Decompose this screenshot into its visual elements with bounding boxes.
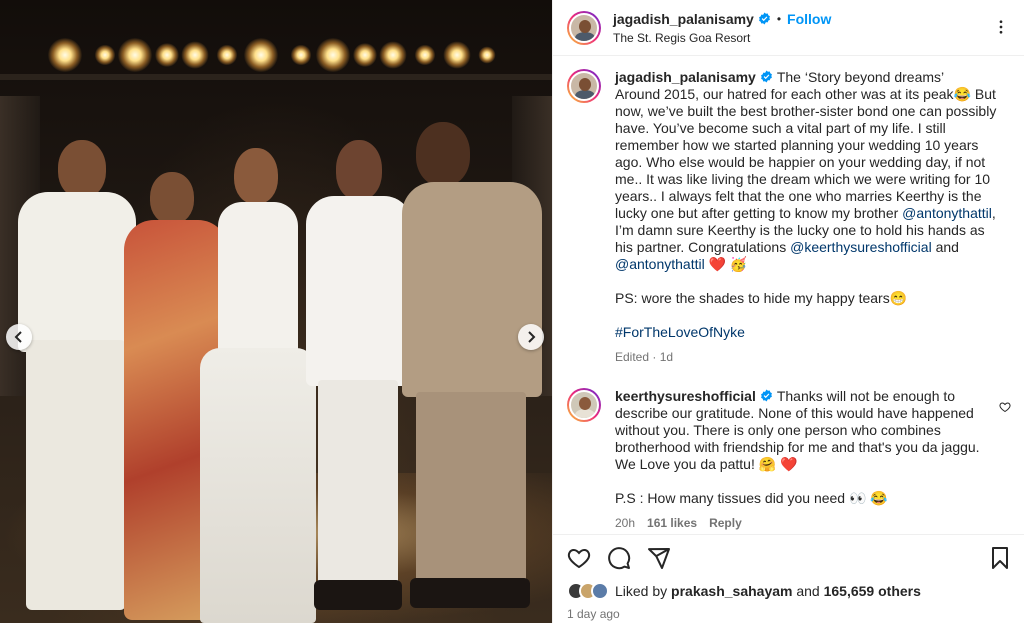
caption-and: and xyxy=(935,239,959,255)
comment-button[interactable] xyxy=(607,546,631,570)
like-button[interactable] xyxy=(567,546,591,570)
post-panel: jagadish_palanisamy • Follow The St. Reg… xyxy=(552,0,1024,623)
like-comment-button[interactable] xyxy=(999,400,1011,418)
person-3 xyxy=(196,148,316,623)
chevron-left-icon xyxy=(14,331,22,343)
separator-dot: • xyxy=(776,11,782,26)
likes-and: and xyxy=(796,583,820,599)
caption-ps: PS: wore the shades to hide my happy tea… xyxy=(615,290,908,306)
stage-lights xyxy=(0,38,552,78)
liked-by-label: Liked by xyxy=(615,583,668,599)
avatar[interactable] xyxy=(567,10,601,45)
caption-avatar[interactable] xyxy=(567,69,601,103)
comment-meta: 20h 161 likes Reply xyxy=(615,515,995,532)
person-5 xyxy=(396,122,546,623)
post-photo[interactable] xyxy=(0,0,552,623)
caption-username[interactable]: jagadish_palanisamy xyxy=(615,69,756,85)
comment-ps: P.S : How many tissues did you need 👀 😂 xyxy=(615,490,888,506)
mention-link[interactable]: @antonythattil xyxy=(615,256,705,272)
comment-likes[interactable]: 161 likes xyxy=(647,516,697,530)
hashtag-link[interactable]: #ForTheLoveOfNyke xyxy=(615,324,1005,341)
reply-button[interactable]: Reply xyxy=(709,516,742,530)
comment-username[interactable]: keerthysureshofficial xyxy=(615,388,756,404)
comments-section[interactable]: jagadish_palanisamy The ‘Story beyond dre… xyxy=(553,57,1024,534)
liker-username[interactable]: prakash_sahayam xyxy=(671,583,792,599)
comment: keerthysureshofficial Thanks will not be … xyxy=(567,388,1011,532)
liker-avatars xyxy=(567,582,609,600)
comment-time: 20h xyxy=(615,516,636,530)
actions-bar: Liked by prakash_sahayam and 165,659 oth… xyxy=(553,534,1024,623)
mention-link[interactable]: @antonythattil xyxy=(902,205,992,221)
share-icon xyxy=(648,548,670,569)
heart-icon xyxy=(567,548,591,569)
location-link[interactable]: The St. Regis Goa Resort xyxy=(613,31,831,45)
caption-emoji: ❤️ 🥳 xyxy=(708,256,748,272)
save-button[interactable] xyxy=(989,546,1011,570)
comment-avatar[interactable] xyxy=(567,388,601,422)
verified-icon xyxy=(760,70,773,83)
chevron-right-icon xyxy=(528,331,536,343)
more-options-button[interactable] xyxy=(992,18,1010,41)
share-button[interactable] xyxy=(647,546,671,570)
bookmark-icon xyxy=(992,547,1008,569)
mention-link[interactable]: @keerthysureshofficial xyxy=(790,239,932,255)
caption-text: Around 2015, our hatred for each other w… xyxy=(615,86,997,221)
verified-icon xyxy=(760,389,773,402)
post-header: jagadish_palanisamy • Follow The St. Reg… xyxy=(553,0,1024,56)
caption: jagadish_palanisamy The ‘Story beyond dre… xyxy=(567,69,1011,366)
likes-summary: Liked by prakash_sahayam and 165,659 oth… xyxy=(567,581,1011,601)
comment-icon xyxy=(608,547,631,570)
heart-icon xyxy=(999,402,1011,413)
stage-truss xyxy=(0,74,552,80)
follow-button[interactable]: Follow xyxy=(787,11,831,27)
next-photo-button[interactable] xyxy=(518,324,544,350)
header-username[interactable]: jagadish_palanisamy xyxy=(613,11,754,27)
likes-count[interactable]: 165,659 others xyxy=(824,583,921,599)
verified-icon xyxy=(758,12,771,25)
more-icon xyxy=(999,20,1003,34)
caption-edited: Edited · 1d xyxy=(615,350,674,364)
prev-photo-button[interactable] xyxy=(6,324,32,350)
caption-line-1: The ‘Story beyond dreams’ xyxy=(776,69,945,85)
post-time[interactable]: 1 day ago xyxy=(567,607,1011,621)
